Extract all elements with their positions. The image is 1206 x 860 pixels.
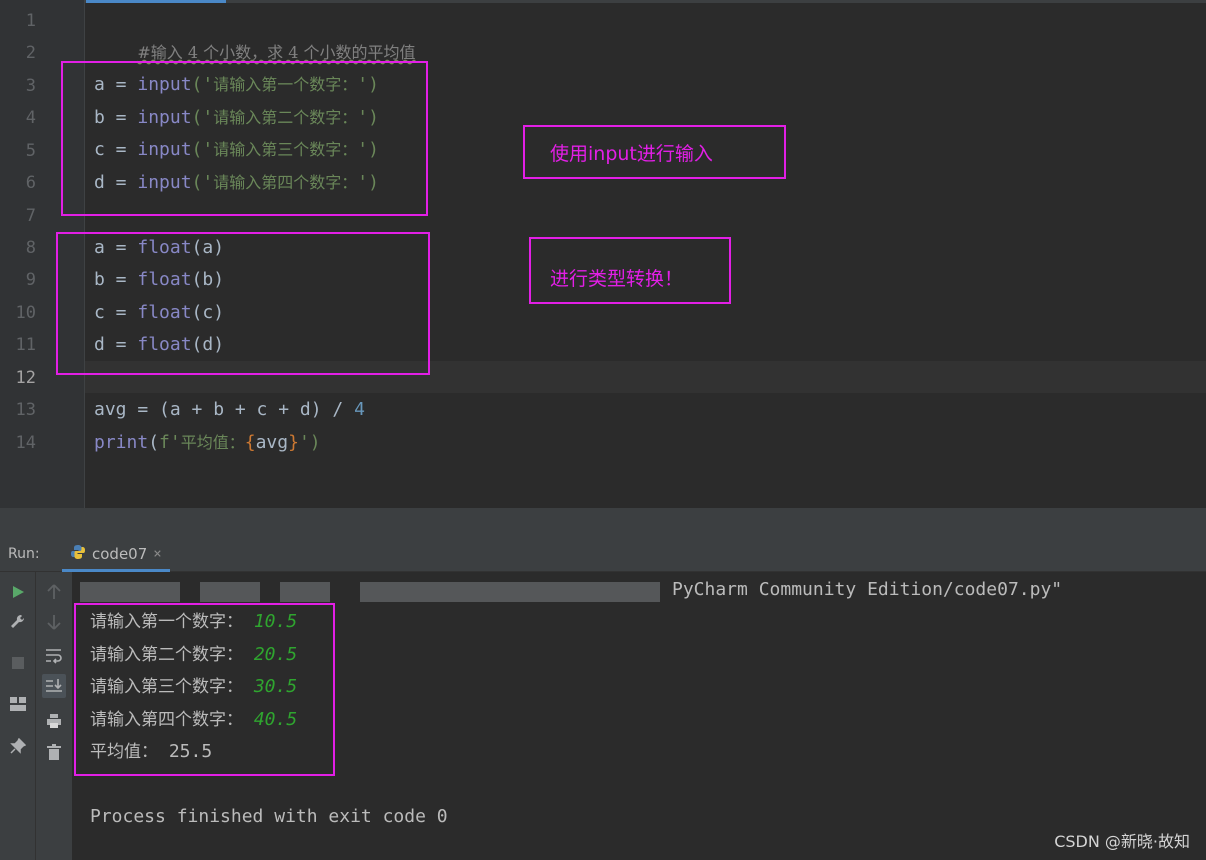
line-number: 1 [25, 11, 36, 31]
paren-open: ( [148, 432, 160, 453]
line-number: 9 [25, 270, 36, 290]
layout-icon[interactable] [6, 692, 30, 716]
python-icon [70, 544, 86, 564]
convert-note-text: 进行类型转换！ [550, 268, 684, 290]
wrench-icon[interactable] [6, 610, 30, 634]
trash-icon[interactable] [42, 740, 66, 764]
console-output-highlight-box [74, 603, 335, 776]
redacted-path [280, 582, 330, 602]
line-number: 7 [25, 206, 36, 226]
run-toolbar-secondary [36, 572, 72, 860]
fstring-prefix: f' [159, 432, 181, 453]
convert-note-box: 进行类型转换！ [529, 237, 731, 304]
expression: avg = (a + b + c + d) / [94, 399, 355, 420]
line-number: 4 [25, 108, 36, 128]
input-code-highlight-box [61, 61, 428, 216]
input-note-text: 使用input进行输入 [550, 143, 713, 165]
scroll-to-end-icon[interactable] [42, 674, 66, 698]
run-console-output[interactable]: PyCharm Community Edition/code07.py" 请输入… [72, 572, 1206, 860]
code-editor[interactable]: 1 2 3 4 5 6 7 8 9 10 11 12 13 14 #输入 4 个… [0, 0, 1206, 508]
scroll-down-icon[interactable] [42, 610, 66, 634]
code-line-print[interactable]: print(f'平均值：{avg}') [94, 427, 321, 459]
run-tab-code07[interactable]: code07 × [62, 538, 170, 572]
panel-divider[interactable] [0, 508, 1206, 538]
var-name: avg [255, 432, 289, 453]
function-name: print [94, 432, 149, 453]
run-toolbar-primary [0, 572, 36, 860]
line-number: 14 [15, 433, 36, 453]
pin-icon[interactable] [6, 734, 30, 758]
redacted-path [360, 582, 560, 602]
close-tab-icon[interactable]: × [153, 546, 161, 562]
line-number: 10 [15, 303, 36, 323]
rerun-icon[interactable] [6, 580, 30, 604]
line-number: 6 [25, 173, 36, 193]
line-number: 2 [25, 43, 36, 63]
comment-text: #输入 4 个小数，求 4 个小数的平均值 [137, 43, 416, 62]
print-icon[interactable] [42, 709, 66, 733]
run-label: Run: [8, 546, 40, 562]
line-number: 8 [25, 238, 36, 258]
line-number-current: 12 [15, 368, 36, 388]
brace-open: { [244, 432, 256, 453]
line-number: 3 [25, 76, 36, 96]
scroll-up-icon[interactable] [42, 580, 66, 604]
float-code-highlight-box [56, 232, 430, 375]
input-note-box: 使用input进行输入 [523, 125, 786, 179]
run-tool-window-header: Run: code07 × [0, 538, 1206, 572]
redacted-path [540, 582, 660, 602]
active-tab-indicator [86, 0, 226, 3]
brace-close: } [288, 432, 299, 453]
run-tab-label: code07 [92, 544, 148, 563]
string-close: ') [298, 432, 321, 453]
watermark-text: CSDN @新晓·故知 [1054, 832, 1190, 851]
soft-wrap-icon[interactable] [42, 644, 66, 668]
number-literal: 4 [354, 399, 365, 420]
line-number: 13 [15, 400, 36, 420]
stop-icon[interactable] [6, 651, 30, 675]
redacted-path [80, 582, 180, 602]
redacted-path [200, 582, 260, 602]
line-number: 11 [15, 335, 36, 355]
code-line-avg[interactable]: avg = (a + b + c + d) / 4 [94, 394, 365, 426]
string-literal: 平均值： [180, 433, 245, 452]
editor-top-bar [0, 0, 1206, 3]
line-number: 5 [25, 141, 36, 161]
command-path-text: PyCharm Community Edition/code07.py" [672, 579, 1063, 600]
exit-message: Process finished with exit code 0 [90, 806, 448, 827]
